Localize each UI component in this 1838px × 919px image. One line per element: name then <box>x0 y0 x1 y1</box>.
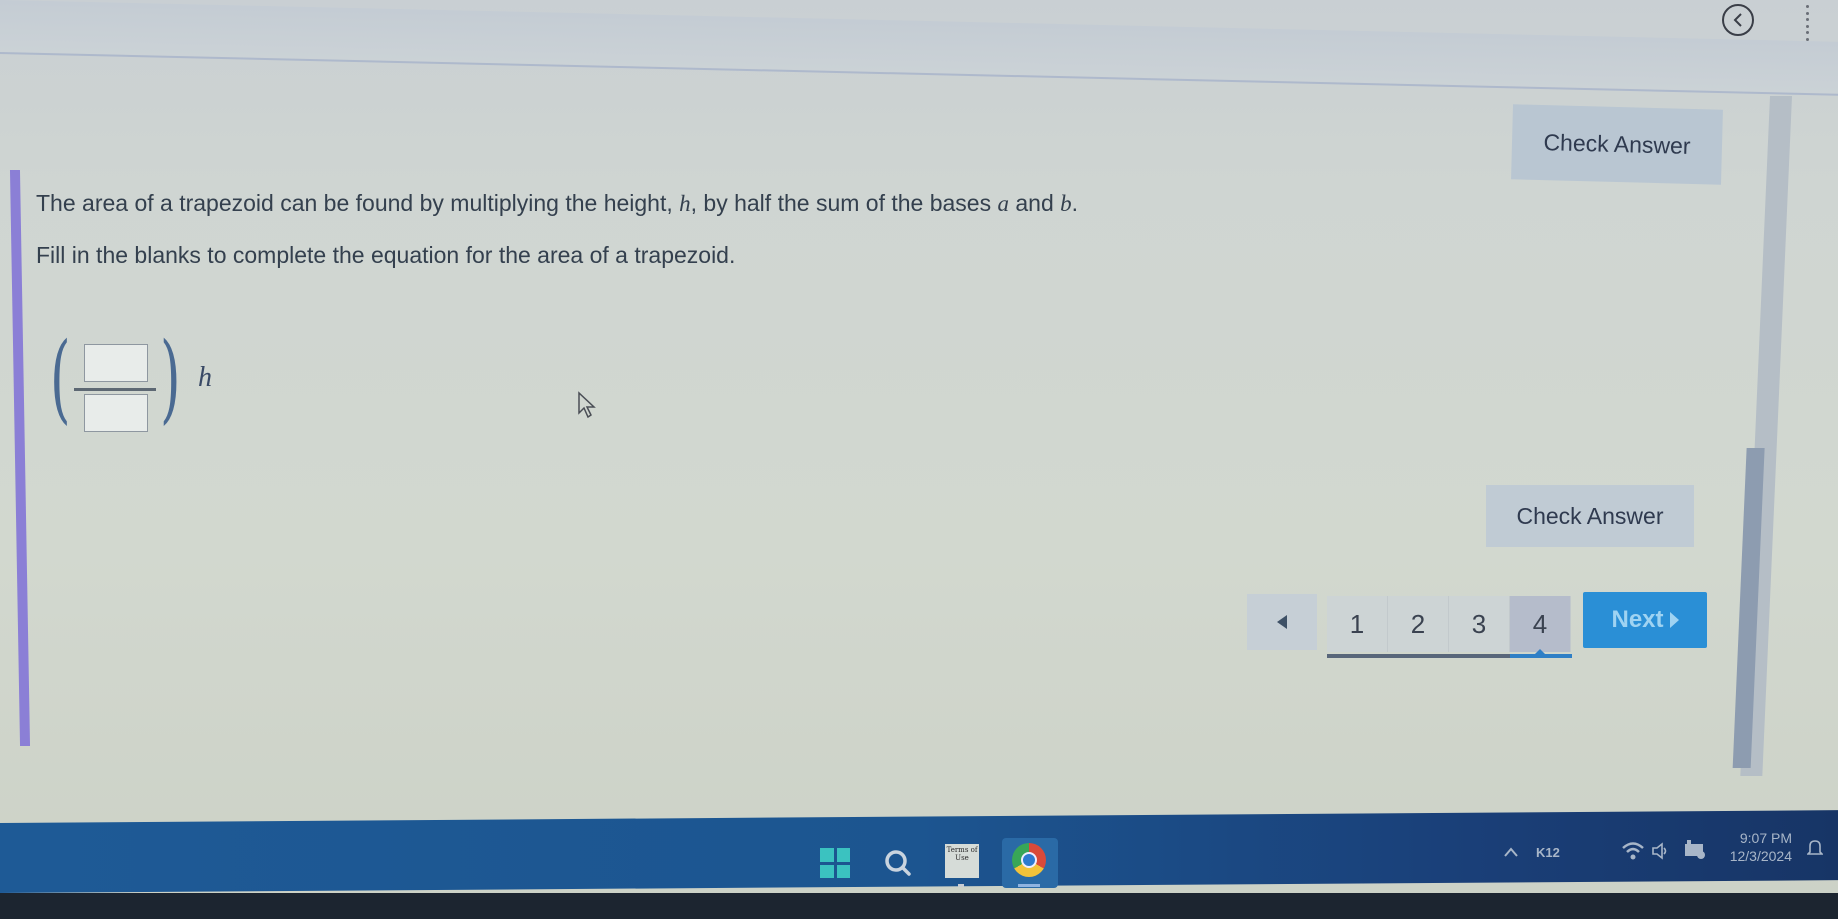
page-item-1[interactable]: 1 <box>1327 596 1388 652</box>
page-item-2[interactable]: 2 <box>1388 596 1449 652</box>
text-segment: , by half the sum of the bases <box>690 190 998 216</box>
current-page-caret <box>1535 649 1545 654</box>
back-button[interactable] <box>1722 4 1754 36</box>
page-item-4-current[interactable]: 4 <box>1510 596 1571 652</box>
chevron-left-icon <box>1733 13 1742 27</box>
mouse-cursor-icon <box>578 391 596 419</box>
volume-icon[interactable] <box>1652 842 1668 860</box>
equation-variable-h: h <box>198 362 212 393</box>
search-icon[interactable] <box>883 848 913 878</box>
right-parenthesis: ) <box>160 322 181 434</box>
current-page-indicator <box>1510 654 1572 658</box>
screen-bezel <box>0 893 1838 919</box>
scrollbar-thumb[interactable] <box>1732 448 1765 768</box>
question-paragraph-1: The area of a trapezoid can be found by … <box>36 190 1078 217</box>
text-segment: and <box>1008 190 1061 216</box>
more-options-icon[interactable] <box>1803 5 1811 41</box>
variable-a: a <box>997 191 1009 216</box>
triangle-left-icon <box>1277 615 1287 629</box>
windows-start-icon[interactable] <box>820 848 850 878</box>
triangle-right-icon <box>1669 612 1679 628</box>
text-segment: The area of a trapezoid can be found by … <box>36 190 680 216</box>
vertical-scrollbar[interactable] <box>1732 96 1792 776</box>
check-answer-button-top[interactable]: Check Answer <box>1511 104 1723 185</box>
wifi-icon[interactable] <box>1622 842 1644 860</box>
variable-b: b <box>1060 191 1072 216</box>
k12-tray-label[interactable]: K12 <box>1536 845 1560 860</box>
page-progress-track <box>1327 649 1572 658</box>
clock-date: 12/3/2024 <box>1729 848 1792 864</box>
windows-taskbar <box>0 810 1838 893</box>
fraction-bar <box>74 388 156 391</box>
text-segment: . <box>1071 190 1079 216</box>
previous-page-button[interactable] <box>1247 594 1317 650</box>
question-accent-bar <box>9 170 31 746</box>
notification-bell-icon[interactable] <box>1807 838 1823 858</box>
numerator-blank-input[interactable] <box>84 344 148 382</box>
terms-of-use-icon[interactable]: Terms of Use <box>945 844 979 878</box>
area-equation: ( ) h <box>50 330 212 438</box>
next-button-label: Next <box>1611 606 1664 633</box>
page-item-3[interactable]: 3 <box>1449 596 1510 652</box>
denominator-blank-input[interactable] <box>84 394 148 432</box>
clock-time: 9:07 PM <box>1739 830 1792 846</box>
next-button[interactable]: Next <box>1583 592 1707 648</box>
app-running-indicator <box>958 884 964 887</box>
question-paragraph-2: Fill in the blanks to complete the equat… <box>36 242 736 268</box>
variable-h: h <box>679 191 691 216</box>
battery-charging-icon[interactable] <box>1683 838 1707 860</box>
system-clock[interactable]: 9:07 PM 12/3/2024 <box>1722 829 1792 865</box>
check-answer-button[interactable]: Check Answer <box>1486 485 1694 547</box>
chevron-up-icon[interactable] <box>1504 847 1518 857</box>
browser-top-strip <box>0 0 1838 96</box>
left-parenthesis: ( <box>50 322 71 434</box>
app-active-indicator <box>1018 884 1040 887</box>
chrome-icon <box>1012 843 1046 877</box>
